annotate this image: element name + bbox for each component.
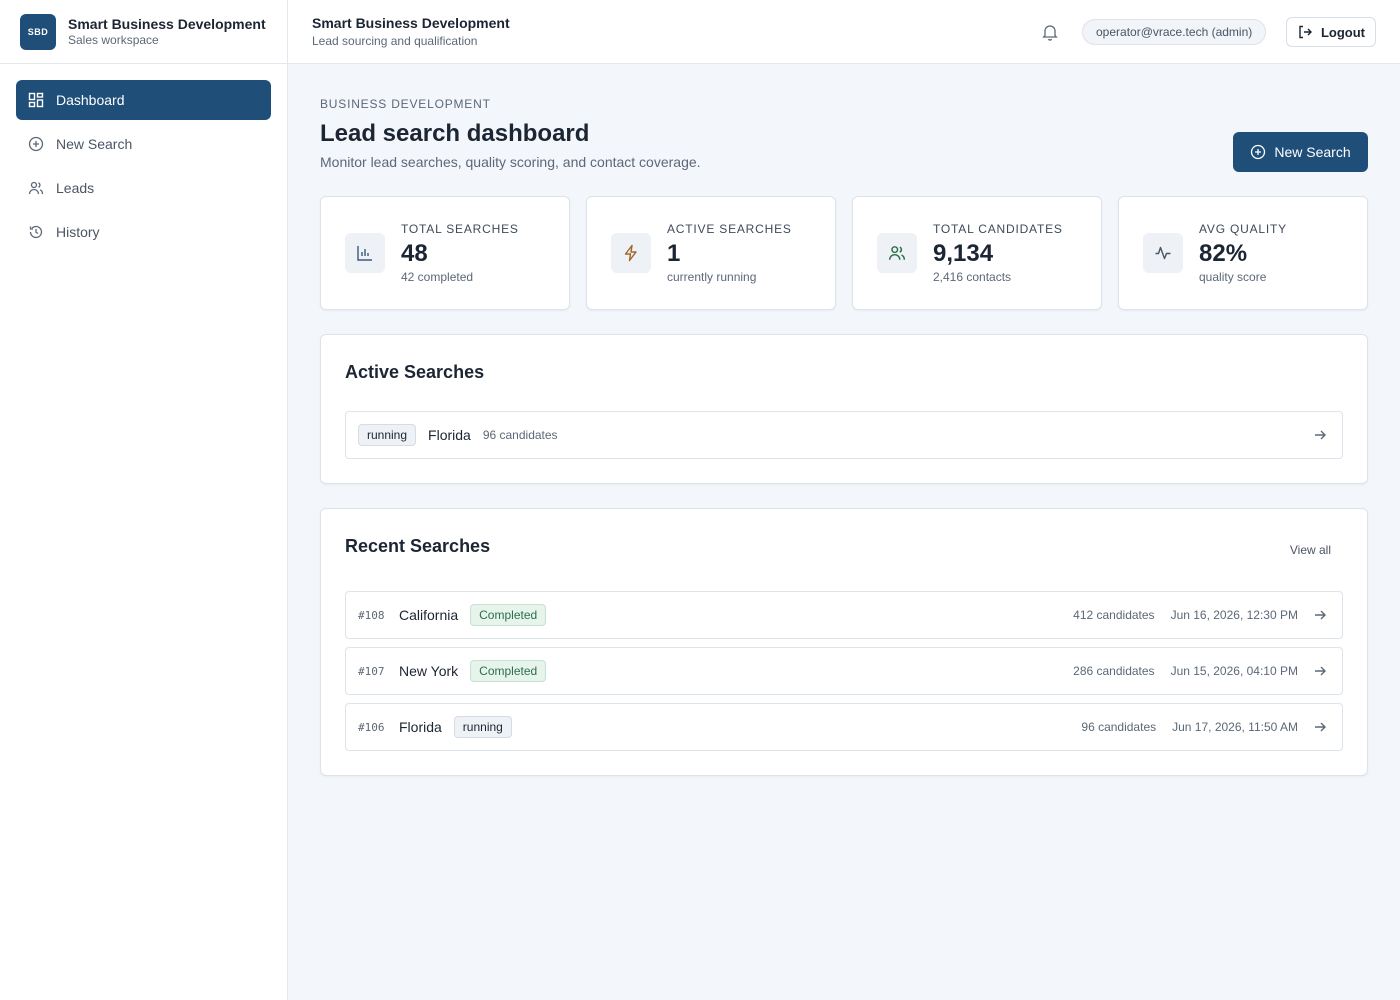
status-badge: Completed [470, 660, 547, 682]
recent-searches-card: Recent Searches View all #108 California… [320, 508, 1368, 776]
table-row[interactable]: #107 New York Completed 286 candidates J… [345, 647, 1343, 695]
brand: SBD Smart Business Development Sales wor… [0, 0, 287, 64]
users-icon [877, 233, 917, 273]
app-logo: SBD [20, 13, 56, 50]
table-row[interactable]: #108 California Completed 412 candidates… [345, 591, 1343, 639]
stat-sub: quality score [1199, 270, 1267, 284]
sidebar-item-history[interactable]: History [16, 212, 271, 252]
page-eyebrow: BUSINESS DEVELOPMENT [320, 97, 491, 111]
stat-label: AVG QUALITY [1199, 222, 1287, 236]
arrow-right-icon [1298, 608, 1342, 622]
sidebar-item-leads[interactable]: Leads [16, 168, 271, 208]
status-badge: Completed [470, 604, 547, 626]
candidate-count: 96 candidates [482, 428, 558, 442]
bolt-icon [611, 233, 651, 273]
sidebar-item-dashboard[interactable]: Dashboard [16, 80, 271, 120]
search-id: #106 [358, 720, 385, 734]
dashboard-icon [28, 92, 44, 108]
stat-sub: 42 completed [401, 270, 474, 284]
stat-card-total-searches: TOTAL SEARCHES 48 42 completed [320, 196, 570, 310]
stat-value: 48 [401, 240, 428, 267]
stat-card-active-searches: ACTIVE SEARCHES 1 currently running [586, 196, 836, 310]
stat-sub: 2,416 contacts [933, 270, 1012, 284]
active-searches-title: Active Searches [345, 362, 485, 382]
stat-card-total-candidates: TOTAL CANDIDATES 9,134 2,416 contacts [852, 196, 1102, 310]
header-title: Smart Business Development [312, 15, 510, 31]
stat-value: 1 [667, 240, 681, 267]
bell-icon[interactable] [1042, 23, 1058, 41]
view-all-link[interactable]: View all [1290, 543, 1331, 557]
search-date: Jun 16, 2026, 12:30 PM [1170, 608, 1298, 622]
page-description: Monitor lead searches, quality scoring, … [320, 154, 701, 170]
sidebar-nav: Dashboard New Search Leads History [0, 64, 287, 272]
user-badge: operator@vrace.tech (admin) [1082, 19, 1267, 45]
candidate-count: 286 candidates [1073, 664, 1155, 678]
arrow-right-icon [1298, 664, 1342, 678]
plus-circle-icon [28, 136, 44, 152]
candidate-count: 412 candidates [1073, 608, 1155, 622]
history-icon [28, 224, 44, 240]
search-location: Florida [428, 427, 471, 443]
sidebar-item-label: New Search [56, 136, 133, 152]
search-location: Florida [399, 719, 442, 735]
search-location: California [399, 607, 459, 623]
stats-row: TOTAL SEARCHES 48 42 completed ACTIVE SE… [320, 196, 1368, 310]
arrow-right-icon [1298, 428, 1342, 442]
stat-label: ACTIVE SEARCHES [667, 222, 792, 236]
stat-value: 9,134 [933, 240, 994, 267]
active-searches-card: Active Searches running Florida 96 candi… [320, 334, 1368, 484]
plus-circle-icon [1250, 144, 1266, 160]
search-date: Jun 17, 2026, 11:50 AM [1172, 720, 1298, 734]
stat-value: 82% [1199, 240, 1248, 267]
users-icon [28, 180, 44, 196]
search-date: Jun 15, 2026, 04:10 PM [1170, 664, 1298, 678]
arrow-right-icon [1298, 720, 1342, 734]
page-title: Lead search dashboard [320, 120, 590, 147]
search-id: #107 [358, 664, 385, 678]
search-id: #108 [358, 608, 385, 622]
sidebar-item-label: History [56, 224, 100, 240]
status-badge: running [453, 716, 512, 738]
sidebar: SBD Smart Business Development Sales wor… [0, 0, 288, 1000]
brand-subtitle: Sales workspace [68, 32, 159, 47]
sidebar-item-label: Dashboard [56, 92, 125, 108]
stat-sub: currently running [667, 270, 757, 284]
sidebar-item-label: Leads [56, 180, 95, 196]
bar-chart-icon [345, 233, 385, 273]
sidebar-item-new-search[interactable]: New Search [16, 124, 271, 164]
search-location: New York [399, 663, 459, 679]
brand-title: Smart Business Development [68, 15, 266, 32]
candidate-count: 96 candidates [1081, 720, 1157, 734]
stat-label: TOTAL CANDIDATES [933, 222, 1063, 236]
stat-card-avg-quality: AVG QUALITY 82% quality score [1118, 196, 1368, 310]
logout-button[interactable]: Logout [1286, 17, 1376, 47]
header-subtitle: Lead sourcing and qualification [312, 34, 478, 48]
logout-icon [1297, 24, 1313, 40]
table-row[interactable]: #106 Florida running 96 candidates Jun 1… [345, 703, 1343, 751]
active-search-row[interactable]: running Florida 96 candidates [345, 411, 1343, 459]
recent-searches-title: Recent Searches [345, 536, 491, 556]
top-header: Smart Business Development Lead sourcing… [288, 0, 1400, 64]
new-search-button[interactable]: New Search [1233, 132, 1368, 172]
logout-label: Logout [1320, 24, 1366, 40]
stat-label: TOTAL SEARCHES [401, 222, 519, 236]
new-search-label: New Search [1274, 144, 1351, 160]
activity-icon [1143, 233, 1183, 273]
status-badge: running [358, 424, 417, 446]
